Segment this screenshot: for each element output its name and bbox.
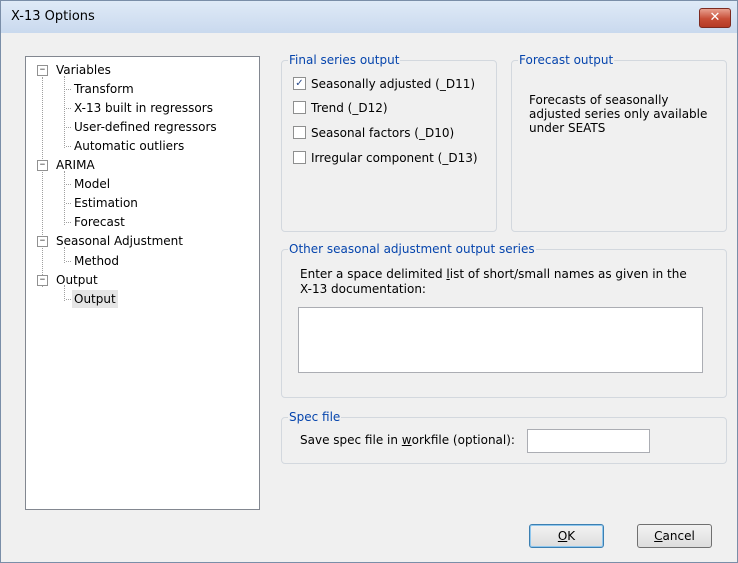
tree-connector bbox=[66, 184, 71, 185]
cancel-button[interactable]: Cancel bbox=[637, 524, 712, 548]
mnemonic: w bbox=[401, 433, 412, 447]
tree-item-automatic-outliers[interactable]: Automatic outliers bbox=[74, 137, 184, 155]
collapse-icon[interactable]: − bbox=[37, 275, 48, 286]
tree-connector bbox=[64, 76, 65, 148]
checkbox-unchecked-icon[interactable] bbox=[293, 126, 306, 139]
collapse-icon[interactable]: − bbox=[37, 65, 48, 76]
close-button[interactable]: ✕ bbox=[699, 8, 731, 28]
tree-connector bbox=[66, 108, 71, 109]
checkbox-unchecked-icon[interactable] bbox=[293, 151, 306, 164]
close-icon: ✕ bbox=[709, 10, 721, 25]
checkbox-label: Trend (_D12) bbox=[311, 101, 388, 115]
collapse-icon[interactable]: − bbox=[37, 236, 48, 247]
collapse-icon[interactable]: − bbox=[37, 160, 48, 171]
tree-connector bbox=[66, 146, 71, 147]
tree-item-arima[interactable]: ARIMA bbox=[56, 156, 95, 174]
checkbox-label: Seasonally adjusted (_D11) bbox=[311, 77, 476, 91]
spec-file-label: Save spec file in workfile (optional): bbox=[300, 433, 515, 447]
final-series-output-legend: Final series output bbox=[289, 53, 400, 67]
options-tree[interactable]: − Variables Transform X-13 built in regr… bbox=[25, 56, 260, 510]
dialog-window: X-13 Options ✕ − Variables Transform X-1… bbox=[0, 0, 738, 563]
spec-file-legend: Spec file bbox=[289, 410, 341, 424]
series-names-input[interactable] bbox=[298, 307, 703, 373]
tree-item-transform[interactable]: Transform bbox=[74, 80, 134, 98]
tree-item-estimation[interactable]: Estimation bbox=[74, 194, 138, 212]
forecast-output-legend: Forecast output bbox=[519, 53, 614, 67]
tree-connector bbox=[66, 299, 71, 300]
checkbox-checked-icon[interactable]: ✓ bbox=[293, 77, 306, 90]
tree-item-x13-regressors[interactable]: X-13 built in regressors bbox=[74, 99, 213, 117]
tree-item-output-group[interactable]: Output bbox=[56, 271, 98, 289]
tree-connector bbox=[66, 261, 71, 262]
tree-item-seasonal-adjustment[interactable]: Seasonal Adjustment bbox=[56, 232, 183, 250]
ok-button[interactable]: OK bbox=[529, 524, 604, 548]
trend-checkbox[interactable]: Trend (_D12) bbox=[293, 100, 388, 118]
checkbox-label: Seasonal factors (_D10) bbox=[311, 126, 455, 140]
forecast-output-group: Forecast output bbox=[511, 53, 727, 232]
forecast-output-text: Forecasts of seasonally adjusted series … bbox=[529, 93, 708, 135]
tree-connector bbox=[66, 127, 71, 128]
tree-connector bbox=[66, 222, 71, 223]
other-output-series-instructions: Enter a space delimited list of short/sm… bbox=[300, 267, 687, 296]
tree-connector bbox=[66, 89, 71, 90]
irregular-component-checkbox[interactable]: Irregular component (_D13) bbox=[293, 150, 478, 168]
tree-item-model[interactable]: Model bbox=[74, 175, 110, 193]
tree-connector bbox=[66, 203, 71, 204]
tree-connector bbox=[42, 77, 43, 287]
checkbox-label: Irregular component (_D13) bbox=[311, 151, 478, 165]
title-bar[interactable]: X-13 Options ✕ bbox=[1, 1, 737, 33]
tree-item-method[interactable]: Method bbox=[74, 252, 119, 270]
spec-file-name-input[interactable] bbox=[527, 429, 650, 453]
checkbox-unchecked-icon[interactable] bbox=[293, 101, 306, 114]
tree-item-forecast[interactable]: Forecast bbox=[74, 213, 125, 231]
tree-item-output[interactable]: Output bbox=[72, 290, 118, 308]
other-output-series-legend: Other seasonal adjustment output series bbox=[289, 242, 535, 256]
seasonal-factors-checkbox[interactable]: Seasonal factors (_D10) bbox=[293, 125, 454, 143]
tree-item-variables[interactable]: Variables bbox=[56, 61, 111, 79]
window-title: X-13 Options bbox=[11, 9, 95, 24]
seasonally-adjusted-checkbox[interactable]: ✓ Seasonally adjusted (_D11) bbox=[293, 76, 475, 94]
tree-item-user-regressors[interactable]: User-defined regressors bbox=[74, 118, 217, 136]
tree-connector bbox=[64, 171, 65, 225]
